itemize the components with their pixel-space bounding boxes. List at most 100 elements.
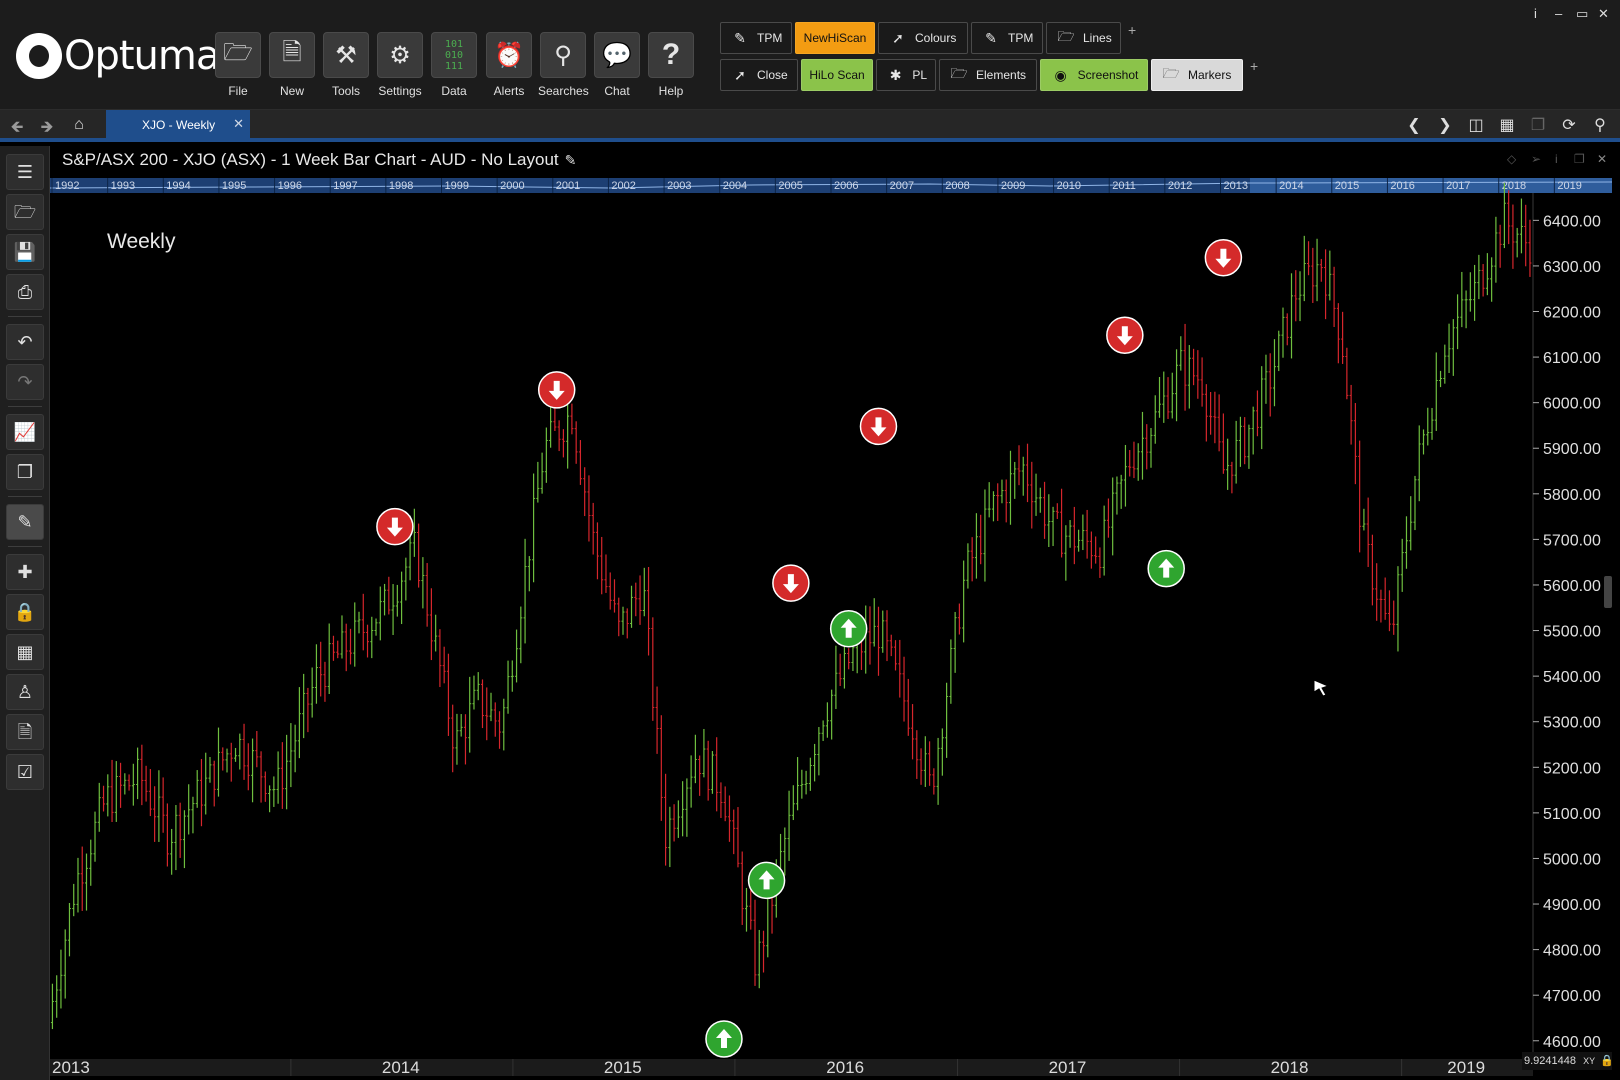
cascade-icon[interactable]: ❐ [1524,114,1552,138]
file-button[interactable]: 🗁 File [213,32,263,98]
tpm-button-2[interactable]: ✎ TPM [971,22,1043,54]
restore-window-icon[interactable]: ❐ [1574,152,1585,166]
hilo-scan-button[interactable]: HiLo Scan [801,59,873,91]
search-icon[interactable]: ⚲ [1586,114,1614,138]
tools-button[interactable]: ⚒ Tools [321,32,371,98]
edit-title-pencil-icon[interactable]: ✎ [565,152,577,168]
markers-button[interactable]: 🗁 Markers [1151,59,1243,91]
add-quick-button-row1[interactable]: + [1128,22,1136,38]
searches-label: Searches [538,84,589,98]
data-button[interactable]: 101 010 111 Data [429,32,479,98]
diamond-icon[interactable]: ◇ [1507,152,1516,166]
buy-signal-marker[interactable] [747,861,786,900]
refresh-icon[interactable]: ⟳ [1555,114,1583,138]
lines-button[interactable]: 🗁 Lines [1046,22,1121,54]
crosshair-icon[interactable]: ✚ [6,554,44,590]
chart-title-text: S&P/ASX 200 - XJO (ASX) - 1 Week Bar Cha… [62,150,559,169]
tab-label: XJO - Weekly [142,118,216,132]
sell-signal-marker[interactable] [537,371,576,409]
x-year-label: 2016 [826,1058,864,1076]
sell-signal-marker[interactable] [1204,238,1243,277]
period-label: Weekly [107,230,176,253]
sell-signal-marker[interactable] [859,407,898,446]
print-icon[interactable]: ⎙ [6,274,44,310]
overview-year-label: 2007 [890,180,914,192]
overview-year-label: 1994 [166,180,190,192]
overview-year-label: 2015 [1335,180,1359,192]
open-folder-icon[interactable]: 🗁 [6,194,44,230]
maximize-icon[interactable]: ▭ [1576,6,1588,22]
buy-signal-marker[interactable] [705,1020,743,1058]
y-tick-label: 5300.00 [1543,715,1601,732]
pencil-icon: ✎ [734,29,746,46]
close-button[interactable]: ➚ Close [720,59,798,91]
chevron-left-icon[interactable]: ❮ [1400,114,1428,138]
coordinate-lock-icon[interactable]: 🔒 [1600,1055,1614,1067]
tab-close-icon[interactable]: ✕ [233,116,244,132]
colours-button[interactable]: ➚ Colours [878,22,968,54]
chevron-right-icon[interactable]: ❯ [1431,114,1459,138]
elements-button[interactable]: 🗁 Elements [939,59,1037,91]
price-chart[interactable]: 1992 1993 1994 1995 1996 1997 1998 1999 2000 2001… [50,176,1612,1076]
line-icon: ➚ [734,66,746,83]
sell-signal-marker[interactable] [376,507,414,546]
grid-icon[interactable]: ▦ [1493,114,1521,138]
redo-icon[interactable]: ↷ [6,364,44,400]
overview-year-label: 1992 [55,180,79,192]
info-small-icon[interactable]: i [1555,152,1558,166]
toolbar-divider [8,316,42,317]
overview-year-label: 2009 [1001,180,1025,192]
settings-button[interactable]: ⚙ Settings [375,32,425,98]
overview-year-label: 1999 [445,180,469,192]
grid-lines-icon[interactable]: ▦ [6,634,44,670]
pl-label: PL [912,68,927,82]
tools-icon: ⚒ [323,32,369,78]
close-window-icon[interactable]: ✕ [1598,6,1609,22]
pl-button[interactable]: ✱ PL [876,59,936,91]
back-arrow-icon[interactable]: 🡸 [6,116,28,143]
undo-icon[interactable]: ↶ [6,324,44,360]
chart-window-icon[interactable]: 📈 [6,414,44,450]
save-icon[interactable]: 💾 [6,234,44,270]
chat-bubbles-icon: 💬 [594,32,640,78]
home-icon[interactable]: ⌂ [68,116,90,134]
outline-icon[interactable]: ☰ [6,154,44,190]
buy-signal-marker[interactable] [829,609,868,648]
tab-xjo-weekly[interactable]: XJO - Weekly ✕ [106,110,250,138]
add-quick-button-row2[interactable]: + [1250,58,1258,74]
user-icon[interactable]: ♙ [6,674,44,710]
new-button[interactable]: 🗎 New [267,32,317,98]
newhiscan-button[interactable]: NewHiScan [795,22,875,54]
lock-icon[interactable]: 🔒 [6,594,44,630]
close-chart-icon[interactable]: ✕ [1597,152,1607,166]
alerts-button[interactable]: ⏰ Alerts [484,32,534,98]
x-year-label: 2013 [52,1058,90,1076]
alarm-clock-icon: ⏰ [486,32,532,78]
y-tick-label: 6400.00 [1543,213,1601,230]
document-icon[interactable]: 🗎 [6,714,44,750]
y-tick-label: 6300.00 [1543,259,1601,276]
overview-year-label: 2000 [500,180,524,192]
info-icon[interactable]: i [1534,6,1537,21]
sell-signal-marker[interactable] [1106,316,1144,354]
tpm-button-1[interactable]: ✎ TPM [720,22,792,54]
checklist-icon[interactable]: ☑ [6,754,44,790]
multi-chart-icon[interactable]: ❐ [6,454,44,490]
screenshot-button[interactable]: ◉ Screenshot [1040,59,1148,91]
buy-signal-marker[interactable] [1147,549,1185,588]
forward-arrow-icon[interactable]: 🡺 [36,116,58,143]
minimize-icon[interactable]: – [1555,6,1562,21]
sell-signal-marker[interactable] [772,564,810,602]
side-panel-handle[interactable] [1604,576,1612,608]
chat-button[interactable]: 💬 Chat [592,32,642,98]
layout-icon[interactable]: ◫ [1462,114,1490,138]
overview-year-label: 2012 [1168,180,1192,192]
question-mark-icon: ? [648,32,694,78]
help-button[interactable]: ? Help [646,32,696,98]
draw-tool-icon[interactable]: ✎ [6,504,44,540]
pin-icon[interactable]: ➢ [1531,152,1541,166]
markers-label: Markers [1188,68,1232,82]
overview-year-label: 2001 [556,180,580,192]
searches-button[interactable]: ⚲ Searches [538,32,589,98]
y-tick-label: 5700.00 [1543,532,1601,549]
